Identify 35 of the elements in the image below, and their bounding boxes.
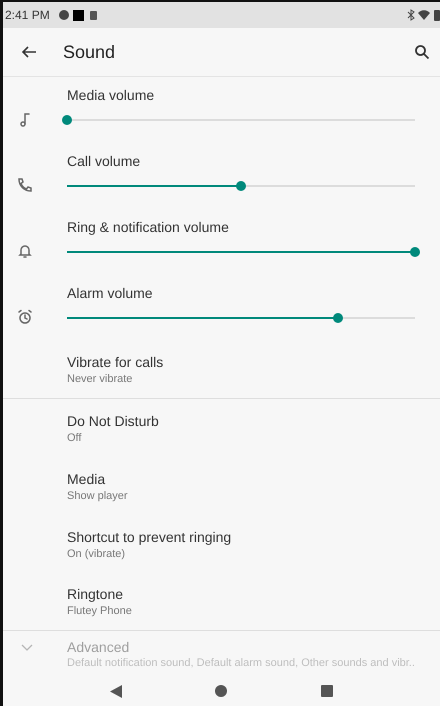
phone-icon [17,177,33,193]
volume-label: Alarm volume [67,285,154,301]
recents-nav-icon[interactable] [321,685,334,697]
setting-title: Media [67,470,106,486]
setting-summary: Show player [67,490,129,502]
setting-summary: Never vibrate [67,373,134,385]
search-icon[interactable] [414,44,430,60]
setting-title: Vibrate for calls [67,354,164,370]
setting-item[interactable]: Shortcut to prevent ringing On (vibrate) [3,515,440,573]
setting-item[interactable]: Do Not Disturb Off [3,399,440,457]
setting-item[interactable]: Vibrate for calls Never vibrate [3,341,440,399]
home-nav-icon[interactable] [215,685,228,697]
back-arrow-icon[interactable] [21,44,37,60]
volume-label: Call volume [67,153,142,169]
volume-label: Ring & notification volume [67,219,230,235]
system-status-icons [406,9,440,21]
back-nav-icon[interactable] [110,684,122,698]
bell-icon [17,243,33,259]
slider-thumb[interactable] [236,181,246,191]
slider-thumb[interactable] [62,115,72,125]
setting-title: Do Not Disturb [67,412,160,428]
setting-title: Shortcut to prevent ringing [67,528,232,544]
slider-thumb[interactable] [410,247,420,257]
slider-thumb[interactable] [333,313,344,323]
setting-summary: On (vibrate) [67,548,126,560]
status-time: 2:41 PM [5,8,50,22]
setting-item[interactable]: Ringtone Flutey Phone [3,573,440,631]
volume-label: Media volume [67,87,156,103]
page-title: Sound [63,42,116,62]
setting-summary: Off [67,432,82,444]
alarm-clock-icon [17,309,33,325]
setting-title: Ringtone [67,586,124,602]
setting-summary: Flutey Phone [67,605,133,617]
advanced-summary: Default notification sound, Default alarm sound, Other sounds and vibr.. [67,657,415,669]
setting-item[interactable]: Media Show player [3,457,440,515]
